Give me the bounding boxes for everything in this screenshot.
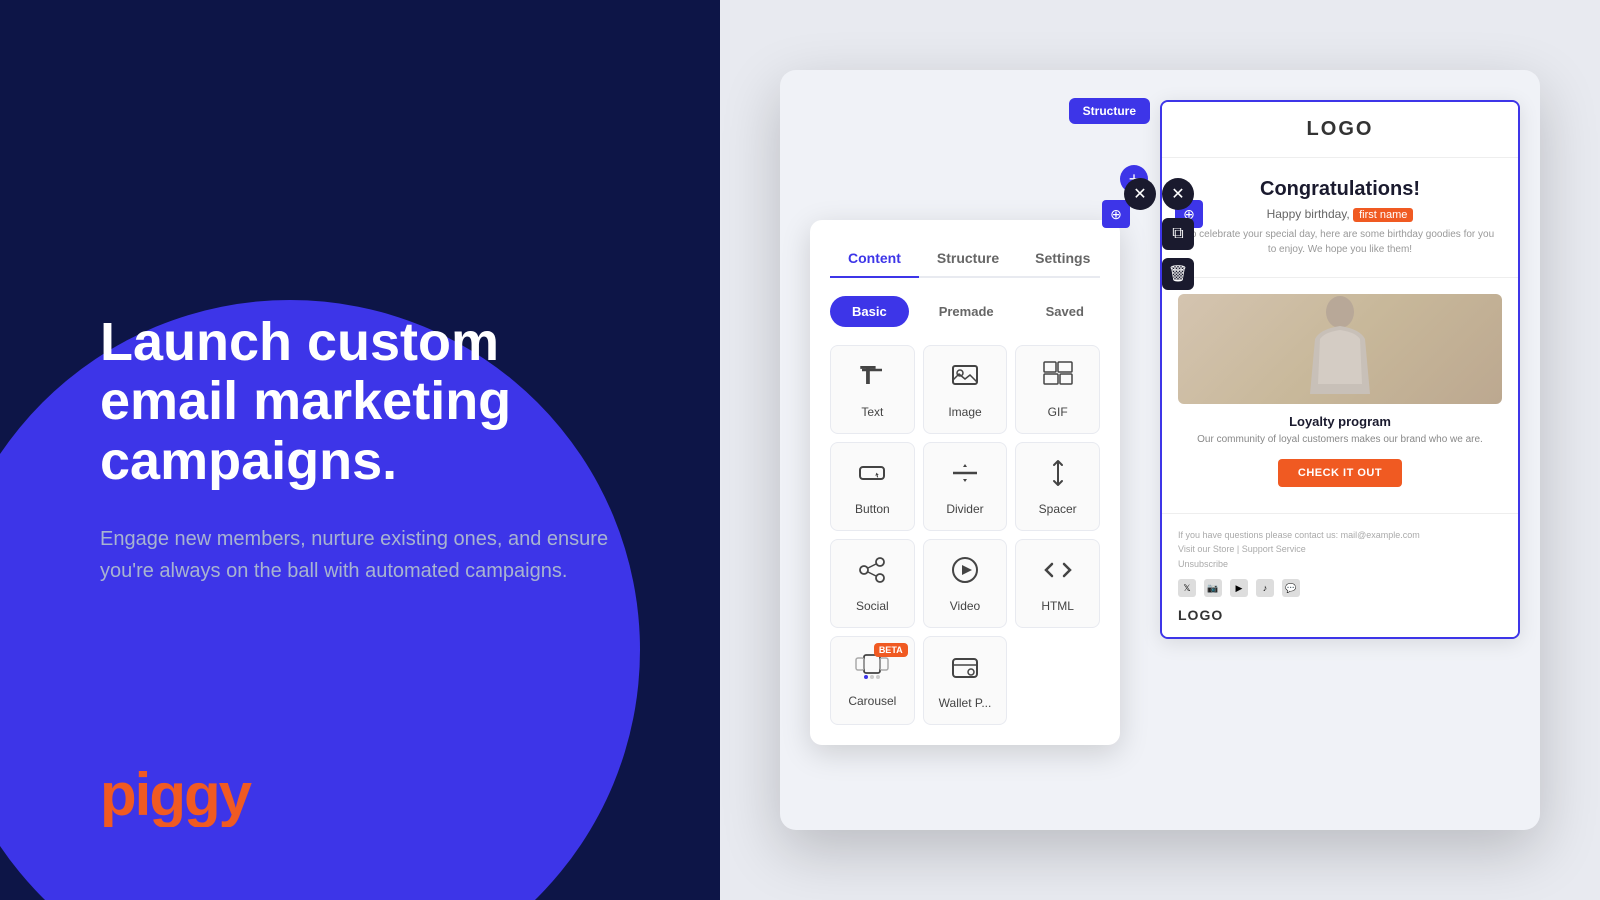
svg-text:T: T bbox=[860, 360, 876, 390]
congrats-title: Congratulations! bbox=[1182, 178, 1498, 201]
copy-button[interactable]: ⧉ bbox=[1162, 218, 1194, 250]
footer-logo: LOGO bbox=[1178, 607, 1502, 623]
block-gif[interactable]: GIF bbox=[1015, 345, 1100, 434]
carousel-block-icon bbox=[854, 653, 890, 688]
html-block-icon bbox=[1042, 554, 1074, 593]
button-block-icon bbox=[856, 457, 888, 496]
html-block-label: HTML bbox=[1041, 599, 1074, 613]
text-block-label: Text bbox=[861, 405, 883, 419]
blocks-grid: T Text Image bbox=[830, 345, 1100, 725]
block-carousel[interactable]: BETA Carousel bbox=[830, 636, 915, 725]
filter-saved[interactable]: Saved bbox=[1024, 296, 1106, 327]
filter-basic[interactable]: Basic bbox=[830, 296, 909, 327]
gif-block-label: GIF bbox=[1048, 405, 1068, 419]
birthday-line: Happy birthday, first name bbox=[1182, 207, 1498, 221]
gif-block-icon bbox=[1042, 360, 1074, 399]
product-image bbox=[1178, 294, 1502, 404]
block-spacer[interactable]: Spacer bbox=[1015, 442, 1100, 531]
email-product-section: Loyalty program Our community of loyal c… bbox=[1162, 278, 1518, 513]
close-button-main[interactable]: ✕ bbox=[1124, 178, 1156, 210]
discord-icon: 💬 bbox=[1282, 579, 1300, 597]
left-section: Launch custom email marketing campaigns.… bbox=[0, 0, 720, 900]
close-button-x[interactable]: ✕ bbox=[1162, 178, 1194, 210]
sub-text: Engage new members, nurture existing one… bbox=[100, 523, 620, 587]
first-name-badge: first name bbox=[1353, 208, 1413, 222]
divider-block-label: Divider bbox=[946, 502, 983, 516]
birthday-text: Happy birthday, bbox=[1267, 207, 1350, 221]
tab-settings[interactable]: Settings bbox=[1017, 240, 1108, 278]
youtube-icon: ▶ bbox=[1230, 579, 1248, 597]
filter-premade[interactable]: Premade bbox=[917, 296, 1016, 327]
cta-button: CHECK IT OUT bbox=[1278, 459, 1402, 487]
beta-badge: BETA bbox=[874, 643, 908, 657]
wallet-block-icon bbox=[949, 651, 981, 690]
image-block-icon bbox=[949, 360, 981, 399]
structure-button[interactable]: Structure bbox=[1069, 98, 1150, 124]
button-block-label: Button bbox=[855, 502, 890, 516]
tab-structure[interactable]: Structure bbox=[919, 240, 1017, 278]
email-congrats-section: Congratulations! Happy birthday, first n… bbox=[1162, 158, 1518, 278]
panel-tabs: Content Structure Settings bbox=[830, 240, 1100, 278]
instagram-icon: 📷 bbox=[1204, 579, 1222, 597]
move-handle-1[interactable]: ⊕ bbox=[1102, 200, 1130, 228]
block-video[interactable]: Video bbox=[923, 539, 1008, 628]
email-footer: If you have questions please contact us:… bbox=[1162, 513, 1518, 637]
email-desc: To celebrate your special day, here are … bbox=[1182, 227, 1498, 257]
product-title: Loyalty program bbox=[1178, 414, 1502, 429]
person-illustration bbox=[1300, 294, 1380, 404]
block-image[interactable]: Image bbox=[923, 345, 1008, 434]
block-social[interactable]: Social bbox=[830, 539, 915, 628]
footer-social: 𝕏 📷 ▶ ♪ 💬 bbox=[1178, 579, 1502, 597]
right-section: LOGO Congratulations! Happy birthday, fi… bbox=[720, 0, 1600, 900]
twitter-icon: 𝕏 bbox=[1178, 579, 1196, 597]
tab-content[interactable]: Content bbox=[830, 240, 919, 278]
divider-block-icon bbox=[949, 457, 981, 496]
piggy-logo: piggy bbox=[100, 757, 320, 840]
email-preview: LOGO Congratulations! Happy birthday, fi… bbox=[1160, 100, 1520, 639]
block-wallet[interactable]: Wallet P... bbox=[923, 636, 1008, 725]
block-divider[interactable]: Divider bbox=[923, 442, 1008, 531]
social-block-label: Social bbox=[856, 599, 889, 613]
text-block-icon: T bbox=[856, 360, 888, 399]
tiktok-icon: ♪ bbox=[1256, 579, 1274, 597]
product-desc: Our community of loyal customers makes o… bbox=[1178, 433, 1502, 447]
main-heading: Launch custom email marketing campaigns. bbox=[100, 313, 640, 491]
spacer-block-icon bbox=[1042, 457, 1074, 496]
left-content: Launch custom email marketing campaigns.… bbox=[100, 313, 640, 587]
piggy-brand-text: piggy bbox=[100, 757, 320, 840]
piggy-svg: piggy bbox=[100, 757, 320, 827]
block-button[interactable]: Button bbox=[830, 442, 915, 531]
svg-text:piggy: piggy bbox=[100, 761, 253, 827]
content-panel: Content Structure Settings Basic Premade… bbox=[810, 220, 1120, 745]
video-block-label: Video bbox=[950, 599, 980, 613]
block-html[interactable]: HTML bbox=[1015, 539, 1100, 628]
image-block-label: Image bbox=[948, 405, 981, 419]
social-block-icon bbox=[856, 554, 888, 593]
editor-container: LOGO Congratulations! Happy birthday, fi… bbox=[780, 70, 1540, 830]
filter-tabs: Basic Premade Saved bbox=[830, 296, 1100, 327]
footer-text: If you have questions please contact us:… bbox=[1178, 528, 1502, 571]
block-text[interactable]: T Text bbox=[830, 345, 915, 434]
carousel-block-label: Carousel bbox=[848, 694, 896, 708]
trash-button[interactable]: 🗑 bbox=[1162, 258, 1194, 290]
video-block-icon bbox=[949, 554, 981, 593]
wallet-block-label: Wallet P... bbox=[939, 696, 992, 710]
email-logo-bar: LOGO bbox=[1162, 102, 1518, 158]
spacer-block-label: Spacer bbox=[1039, 502, 1077, 516]
